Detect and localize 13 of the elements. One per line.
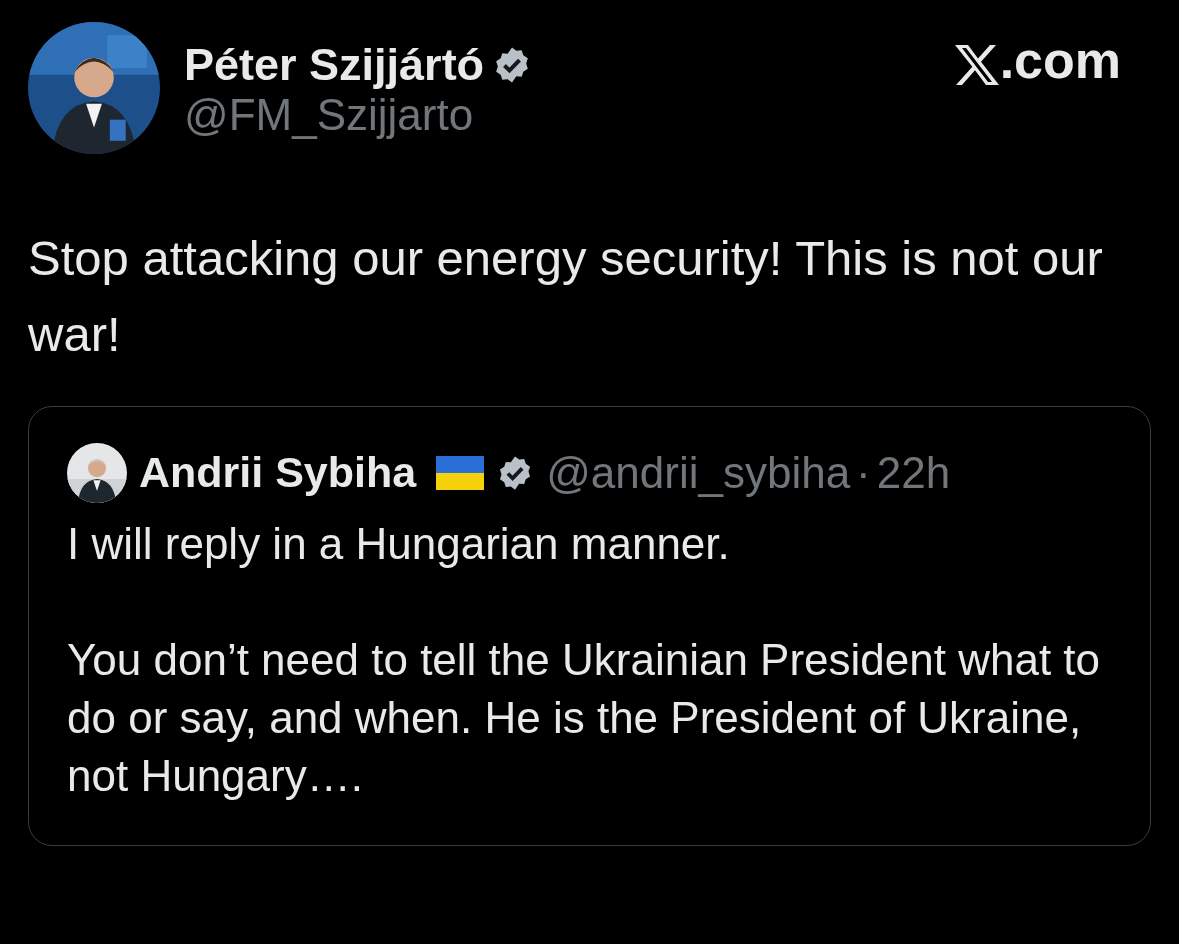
quoted-post-text: You don’t need to tell the Ukrainian President what to do or say, and when. He is the President of Ukraine, not Hungary…. [67,634,1102,802]
site-name: .com [999,34,1121,86]
post-time[interactable]: 22h [876,447,951,499]
author-name[interactable]: Péter Szijjártó [184,40,485,90]
post-text: Stop attacking our energy security! This is not our war! [28,230,1104,363]
author-handle[interactable]: @andrii_sybiha [546,447,851,499]
author-handle[interactable]: @FM_Szijjarto [184,89,533,141]
x-logo-icon [953,44,1000,86]
quoted-post-card[interactable]: Andrii Sybiha @andrii_sybiha·22h I will reply in a Hungarian manner. You don’t need to tell the Ukrainian President what to do or say, and when. He is the President of Ukraine, not Hungary…. [28,406,1151,846]
flag-icon [436,456,485,490]
author-name[interactable]: Andrii Sybiha [139,449,417,497]
quoted-post-text: I will reply in a Hungarian manner. [67,518,731,570]
separator: · [856,447,871,499]
